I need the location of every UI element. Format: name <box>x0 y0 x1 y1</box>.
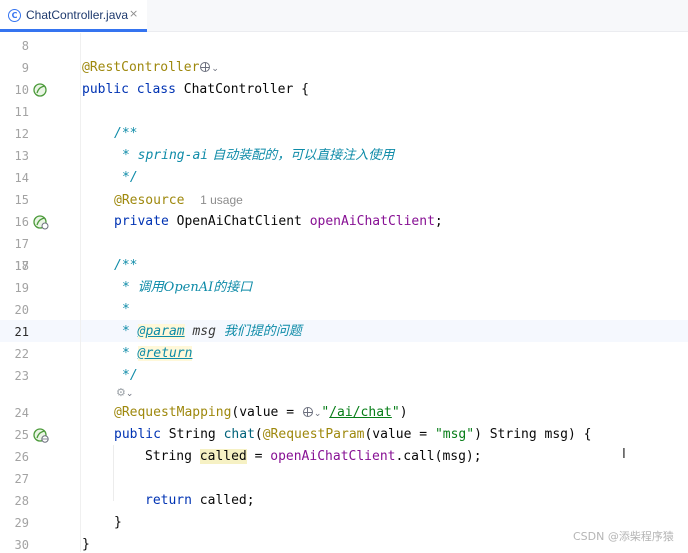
line-number: 9 <box>21 61 29 75</box>
current-line-highlight <box>0 320 688 342</box>
code-line-24: @RequestMapping(value = ⌄"/ai/chat") <box>114 405 408 420</box>
code-line-18: /** <box>114 258 138 273</box>
code-line-20: * <box>122 302 130 317</box>
line-number: 17 <box>14 237 29 251</box>
line-number: 30 <box>14 538 29 552</box>
line-number: 19 <box>14 281 29 295</box>
code-line-29: } <box>114 515 122 530</box>
watermark: CSDN @添柴程序猿 <box>573 530 674 543</box>
code-line-9: @RestController ⌄ <box>82 60 219 75</box>
line-number: 13 <box>14 149 29 163</box>
endpoint-inlay[interactable]: ⚙⌄ <box>116 385 133 402</box>
spring-bean-icon[interactable] <box>33 82 49 98</box>
code-line-26: String called = openAiChatClient.call(ms… <box>145 449 482 464</box>
code-line-13: * spring-ai 自动装配的，可以直接注入使用 <box>122 148 395 163</box>
code-line-19: * 调用OpenAI的接口 <box>122 280 253 295</box>
line-number: 25 <box>14 428 29 442</box>
code-line-16: private OpenAiChatClient openAiChatClien… <box>114 214 443 229</box>
close-icon[interactable]: × <box>129 7 138 20</box>
java-class-icon: C <box>8 9 21 22</box>
text-cursor-icon: I <box>622 447 626 462</box>
endpoint-icon[interactable]: ⚙ <box>116 386 126 399</box>
editor-tab-bar: C ChatController.java × <box>0 0 688 32</box>
line-number: 14 <box>14 171 29 185</box>
usage-hint[interactable]: 1 usage <box>200 193 243 207</box>
line-number: 29 <box>14 516 29 530</box>
code-line-10: public class ChatController { <box>82 82 309 97</box>
line-number: 26 <box>14 450 29 464</box>
code-editor[interactable]: 8 9 10 11 12 13 14 15 16 17 17 18 19 20 … <box>0 33 688 552</box>
globe-icon[interactable] <box>200 62 211 72</box>
line-number: 12 <box>14 127 29 141</box>
code-line-25: public String chat(@RequestParam(value =… <box>114 427 592 442</box>
globe-icon[interactable] <box>302 407 313 417</box>
code-line-28: return called; <box>145 493 255 508</box>
line-number: 10 <box>14 83 29 97</box>
code-line-23: */ <box>122 368 138 383</box>
line-number: 16 <box>14 215 29 229</box>
spring-bean-icon[interactable] <box>33 214 49 230</box>
code-line-30: } <box>82 537 90 552</box>
code-line-14: */ <box>122 170 138 185</box>
line-number: 11 <box>14 105 29 119</box>
endpoint-url-link[interactable]: /ai/chat <box>329 405 392 420</box>
line-number: 27 <box>14 472 29 486</box>
chevron-down-icon[interactable]: ⌄ <box>211 64 219 74</box>
code-line-21: * @param msg 我们提的问题 <box>122 324 302 339</box>
line-number: 20 <box>14 303 29 317</box>
indent-guide <box>113 445 114 501</box>
line-number: 18 <box>14 259 29 273</box>
line-number-current: 21 <box>14 325 29 339</box>
code-line-12: /** <box>114 126 138 141</box>
tab-chatcontroller-java[interactable]: C ChatController.java × <box>0 0 147 32</box>
line-number: 22 <box>14 347 29 361</box>
line-number: 23 <box>14 369 29 383</box>
gutter-separator <box>80 33 81 552</box>
line-number: 8 <box>21 39 29 53</box>
code-line-22: * @return <box>122 346 193 361</box>
code-line-15: @Resource 1 usage <box>114 193 243 208</box>
line-number: 24 <box>14 406 29 420</box>
line-number: 15 <box>14 193 29 207</box>
chevron-down-icon[interactable]: ⌄ <box>126 389 134 399</box>
line-number: 28 <box>14 494 29 508</box>
spring-bean-web-icon[interactable] <box>33 427 49 443</box>
tab-label: ChatController.java <box>26 8 129 22</box>
